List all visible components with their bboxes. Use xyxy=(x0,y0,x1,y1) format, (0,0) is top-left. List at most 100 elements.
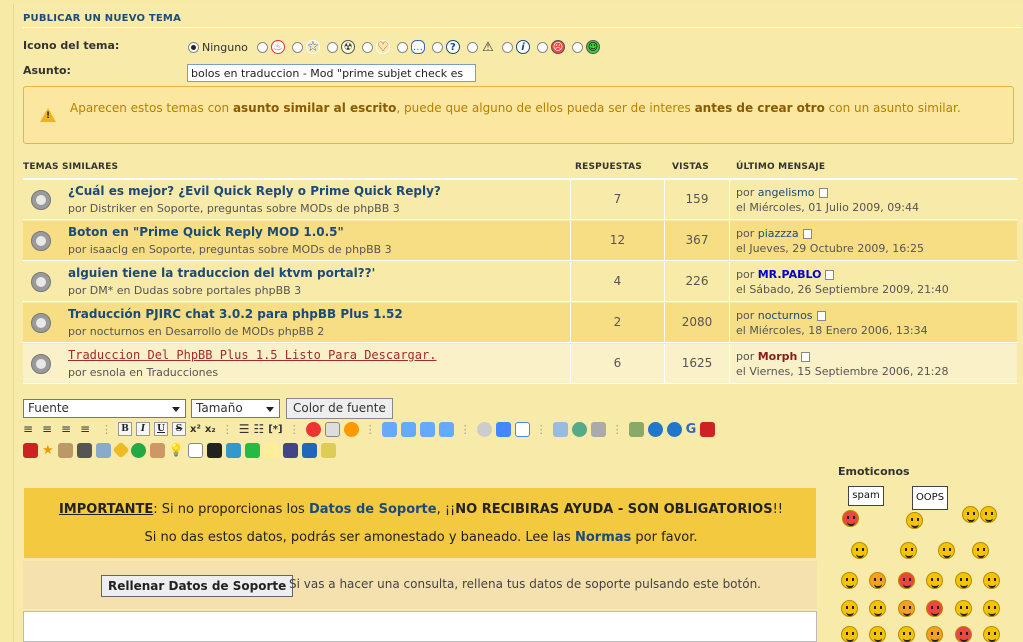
align-right-icon[interactable]: ≡ xyxy=(61,422,76,437)
icon-radio-warning[interactable] xyxy=(466,41,478,53)
upload-2-icon[interactable] xyxy=(400,421,416,437)
strike-button[interactable]: S xyxy=(172,422,186,436)
icon-radio-happy[interactable] xyxy=(571,41,583,53)
emoticon[interactable] xyxy=(926,626,943,642)
notes-icon[interactable] xyxy=(320,442,336,458)
group-emoticon-1[interactable] xyxy=(962,506,979,523)
view-latest-post-icon[interactable] xyxy=(825,270,835,280)
camera-icon[interactable] xyxy=(76,442,92,458)
last-post-author[interactable]: angelismo xyxy=(758,186,815,199)
oops-emoticon[interactable] xyxy=(906,512,923,529)
support-data-link[interactable]: Datos de Soporte xyxy=(309,502,437,517)
topic-title-link[interactable]: Boton en "Prime Quick Reply MOD 1.0.5" xyxy=(68,225,344,239)
icon-radio-info[interactable] xyxy=(501,41,513,53)
icon-radio-fire[interactable] xyxy=(256,41,268,53)
emoticon[interactable] xyxy=(955,600,972,617)
spam-emoticon[interactable] xyxy=(842,510,859,527)
globe-icon[interactable] xyxy=(571,421,587,437)
emoticon[interactable] xyxy=(869,626,886,642)
youtube-icon[interactable] xyxy=(700,421,716,437)
last-post-author[interactable]: nocturnos xyxy=(758,309,813,322)
last-post-author[interactable]: MR.PABLO xyxy=(758,268,822,281)
superscript-button[interactable]: x² xyxy=(190,424,201,435)
emoticon[interactable] xyxy=(955,572,972,589)
film-icon[interactable] xyxy=(206,442,222,458)
upload-icon[interactable] xyxy=(381,421,397,437)
emoticon[interactable] xyxy=(926,600,943,617)
topic-title-link[interactable]: alguien tiene la traduccion del ktvm por… xyxy=(68,266,375,280)
cross-icon[interactable] xyxy=(495,421,511,437)
flash-icon[interactable] xyxy=(666,421,682,437)
topic-title-link[interactable]: Traduccion Del PhpBB Plus 1.5 Listo Para… xyxy=(68,348,436,362)
emoticon[interactable] xyxy=(938,542,955,559)
last-post-author[interactable]: Morph xyxy=(758,350,798,363)
emoticon[interactable] xyxy=(898,600,915,617)
view-latest-post-icon[interactable] xyxy=(816,311,826,321)
emoticon[interactable] xyxy=(983,600,1000,617)
stop-icon[interactable] xyxy=(305,421,321,437)
emoticon[interactable] xyxy=(869,600,886,617)
video-icon[interactable] xyxy=(647,421,663,437)
folder-icon[interactable] xyxy=(263,442,279,458)
view-latest-post-icon[interactable] xyxy=(801,352,811,362)
subscript-button[interactable]: x₂ xyxy=(205,424,216,435)
upload-3-icon[interactable] xyxy=(419,421,435,437)
view-latest-post-icon[interactable] xyxy=(818,188,828,198)
message-textarea[interactable] xyxy=(23,611,817,642)
topic-title-link[interactable]: Traducción PJIRC chat 3.0.2 para phpBB P… xyxy=(68,307,403,321)
monitor-icon[interactable] xyxy=(301,442,317,458)
emoticon[interactable] xyxy=(898,572,915,589)
subject-input[interactable]: bolos en traduccion - Mod "prime subjet … xyxy=(187,64,476,82)
group-emoticon-2[interactable] xyxy=(980,506,997,523)
star-tool-icon[interactable]: ★ xyxy=(42,443,54,458)
align-left-icon[interactable]: ≡ xyxy=(23,422,38,437)
sign-icon[interactable] xyxy=(112,441,130,459)
fill-support-data-button[interactable]: Rellenar Datos de Soporte xyxy=(101,575,294,597)
list-item-icon[interactable]: [*] xyxy=(268,424,282,435)
emoticon[interactable] xyxy=(955,626,972,642)
font-color-button[interactable]: Color de fuente xyxy=(286,398,393,419)
emoticon[interactable] xyxy=(983,572,1000,589)
align-center-icon[interactable]: ≡ xyxy=(42,422,57,437)
bulb-icon[interactable]: 💡 xyxy=(169,443,184,457)
pc-icon[interactable] xyxy=(282,442,298,458)
bullet-list-icon[interactable]: ☰ xyxy=(239,422,250,436)
emoticon[interactable] xyxy=(972,542,989,559)
power-icon[interactable] xyxy=(23,442,38,458)
horn-icon[interactable] xyxy=(57,442,73,458)
icon-radio-none[interactable] xyxy=(188,41,199,53)
quote-icon[interactable] xyxy=(343,421,359,437)
google-icon[interactable]: G xyxy=(686,422,697,437)
icon-radio-question[interactable] xyxy=(431,41,443,53)
download-icon[interactable] xyxy=(130,442,146,458)
icon-radio-sad[interactable] xyxy=(536,41,548,53)
icon-radio-star[interactable] xyxy=(291,41,303,53)
emoticon[interactable] xyxy=(900,542,917,559)
new-window-icon[interactable] xyxy=(514,421,530,437)
page-icon[interactable] xyxy=(225,442,241,458)
image-icon[interactable] xyxy=(552,421,568,437)
topic-title-link[interactable]: ¿Cuál es mejor? ¿Evil Quick Reply o Prim… xyxy=(68,184,441,198)
email-icon[interactable] xyxy=(590,421,606,437)
spoiler-icon[interactable] xyxy=(476,421,492,437)
icon-radio-heart[interactable] xyxy=(361,41,373,53)
sparkle-icon[interactable] xyxy=(95,442,111,458)
view-latest-post-icon[interactable] xyxy=(802,229,812,239)
box-icon[interactable] xyxy=(149,442,165,458)
code-icon[interactable] xyxy=(324,421,340,437)
emoticon[interactable] xyxy=(841,572,858,589)
icon-radio-speech[interactable] xyxy=(396,41,408,53)
emoticon[interactable] xyxy=(851,542,868,559)
emoticon[interactable] xyxy=(983,626,1000,642)
rules-link[interactable]: Normas xyxy=(575,530,631,545)
icon-radio-radioactive[interactable] xyxy=(326,41,338,53)
underline-button[interactable]: U xyxy=(154,422,168,436)
bold-button[interactable]: B xyxy=(118,422,132,436)
emoticon[interactable] xyxy=(869,572,886,589)
music-icon[interactable] xyxy=(628,421,644,437)
blank-icon[interactable] xyxy=(187,442,203,458)
emoticon[interactable] xyxy=(841,626,858,642)
italic-button[interactable]: I xyxy=(136,422,150,436)
size-select[interactable]: Tamaño xyxy=(191,399,280,418)
last-post-author[interactable]: piazzza xyxy=(758,227,799,240)
